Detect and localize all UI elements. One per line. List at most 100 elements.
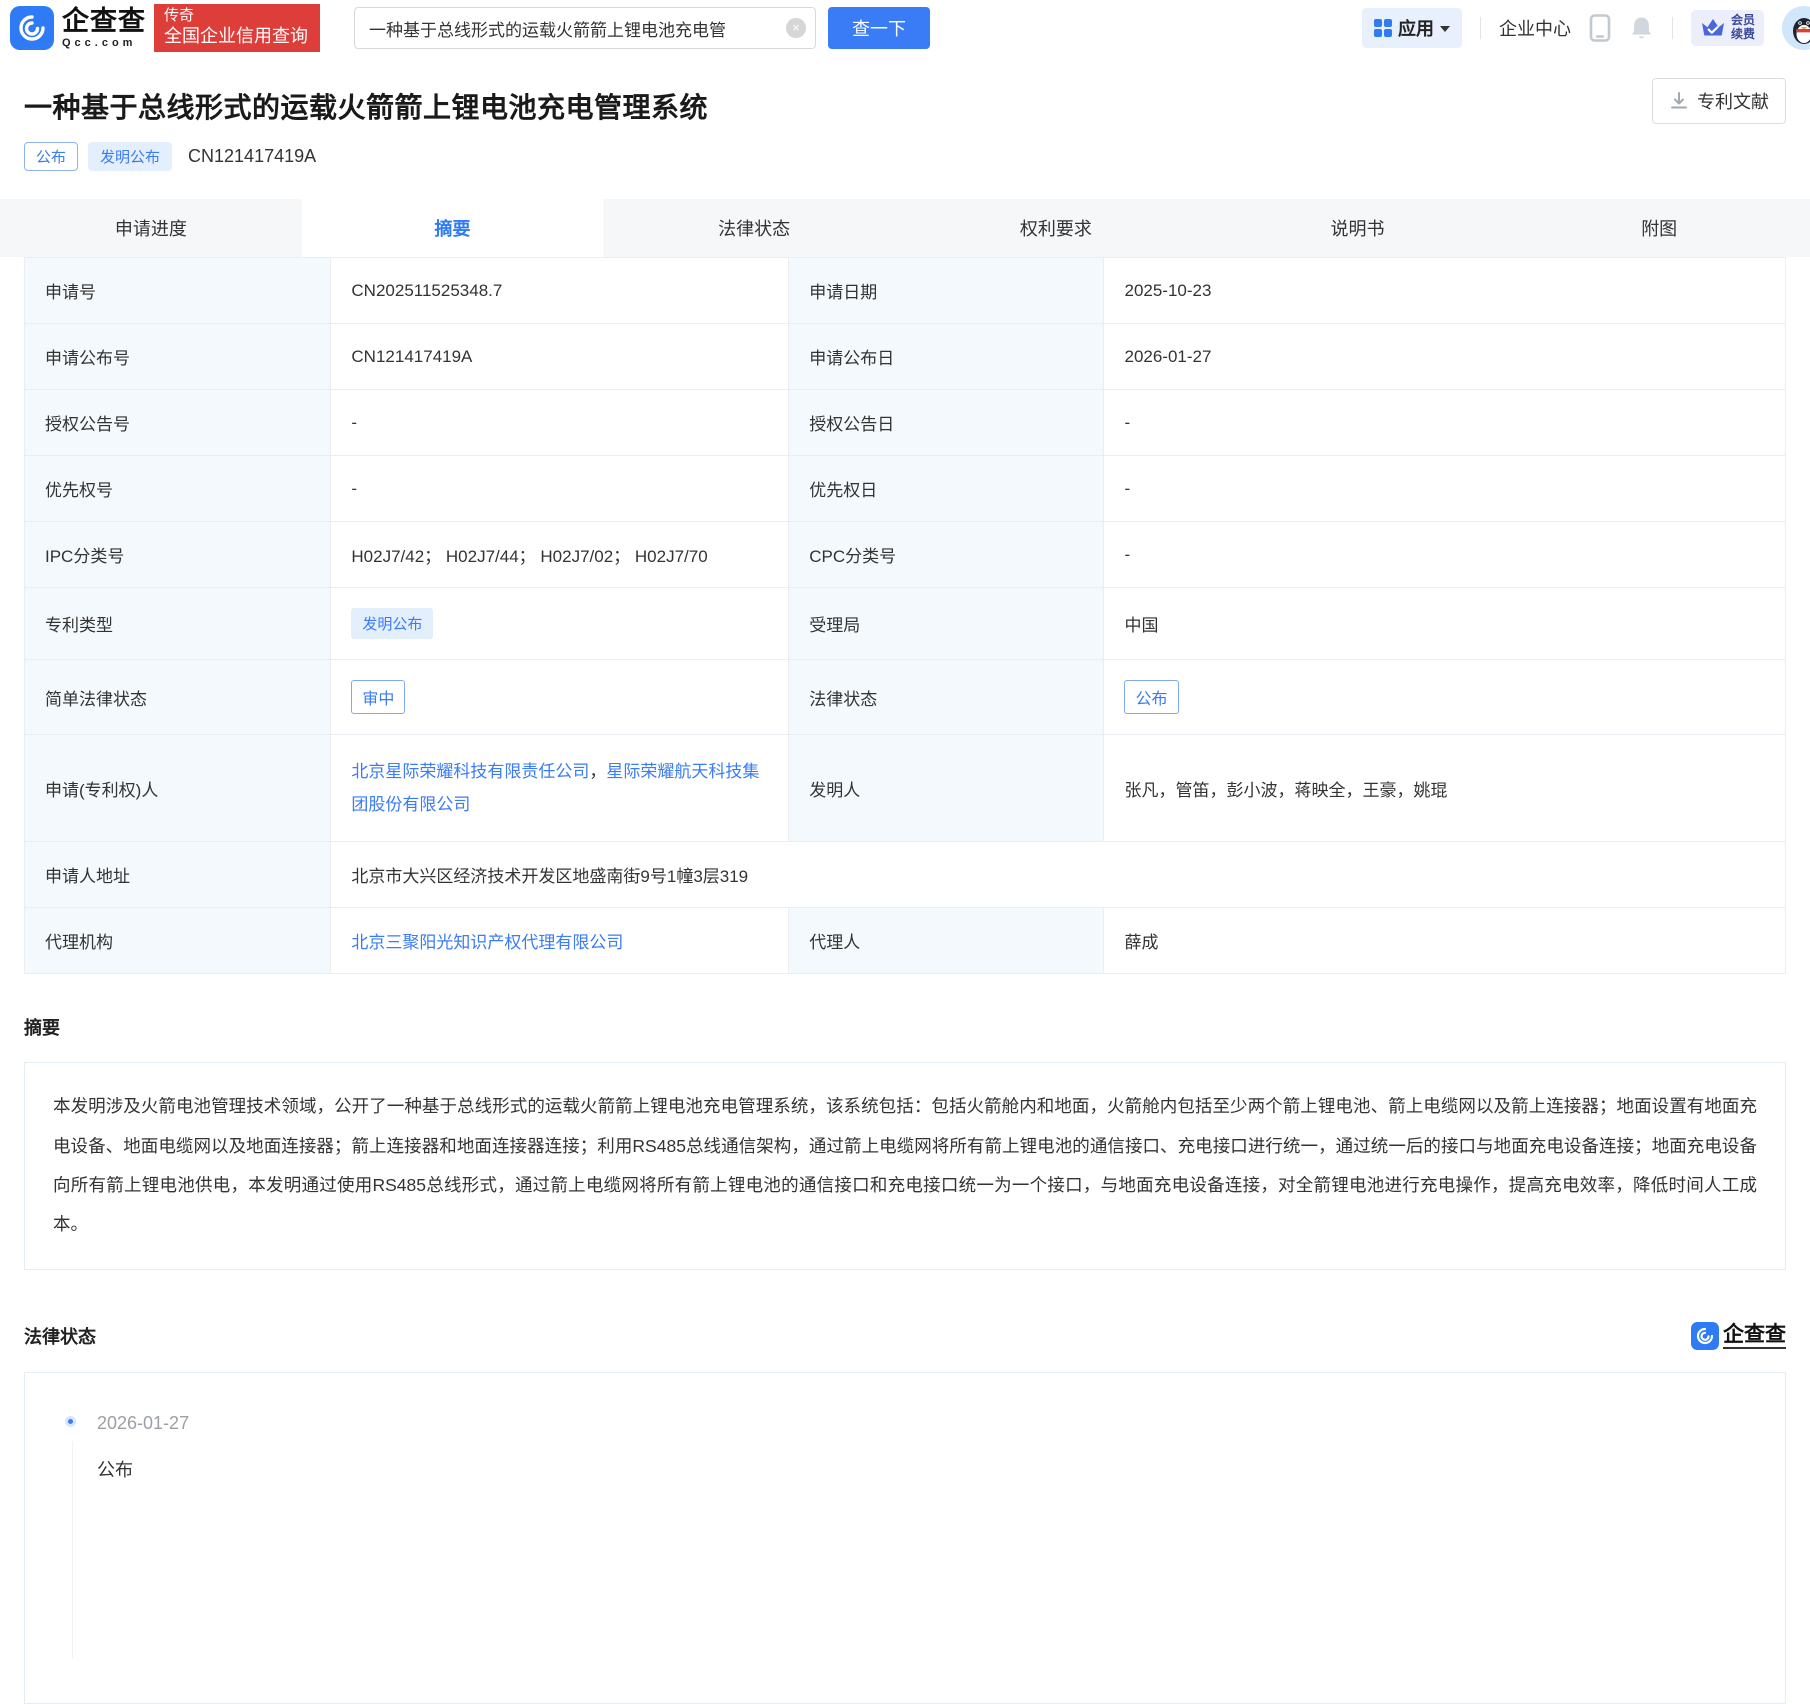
label-cpc: CPC分类号 — [789, 522, 1104, 588]
label-priority-date: 优先权日 — [789, 456, 1104, 522]
brand-domain: Qcc.com — [62, 38, 146, 49]
value-publication-no: CN121417419A — [331, 324, 789, 390]
tab-application-progress[interactable]: 申请进度 — [0, 199, 302, 257]
table-row: 专利类型 发明公布 受理局 中国 — [25, 588, 1786, 660]
tab-legal-status[interactable]: 法律状态 — [603, 199, 905, 257]
table-row: 申请(专利权)人 北京星际荣耀科技有限责任公司，星际荣耀航天科技集团股份有限公司… — [25, 735, 1786, 842]
value-agency: 北京三聚阳光知识产权代理有限公司 — [331, 908, 789, 974]
abstract-text: 本发明涉及火箭电池管理技术领域，公开了一种基于总线形式的运载火箭箭上锂电池充电管… — [24, 1062, 1786, 1270]
value-application-no: CN202511525348.7 — [331, 258, 789, 324]
title-section: 一种基于总线形式的运载火箭箭上锂电池充电管理系统 专利文献 公布 发明公布 CN… — [0, 56, 1810, 171]
value-patent-type: 发明公布 — [331, 588, 789, 660]
search-box: × — [354, 7, 816, 49]
qcc-logo-icon — [10, 6, 54, 50]
patent-info-table: 申请号 CN202511525348.7 申请日期 2025-10-23 申请公… — [24, 257, 1786, 974]
tab-drawings[interactable]: 附图 — [1508, 199, 1810, 257]
search-button[interactable]: 查一下 — [828, 7, 930, 49]
table-row: 简单法律状态 审中 法律状态 公布 — [25, 660, 1786, 735]
label-patent-type: 专利类型 — [25, 588, 331, 660]
legal-status-badge: 公布 — [1124, 680, 1178, 714]
table-row: 代理机构 北京三聚阳光知识产权代理有限公司 代理人 薛成 — [25, 908, 1786, 974]
qcc-mini-label: 企查查 — [1723, 1323, 1786, 1349]
timeline-date: 2026-01-27 — [97, 1413, 1785, 1434]
apps-label: 应用 — [1398, 15, 1434, 41]
mobile-app-icon[interactable] — [1589, 14, 1611, 42]
simple-legal-status-badge: 审中 — [351, 680, 405, 714]
value-publication-date: 2026-01-27 — [1104, 324, 1786, 390]
table-row: 申请公布号 CN121417419A 申请公布日 2026-01-27 — [25, 324, 1786, 390]
slogan-line1: 传奇 — [164, 7, 308, 25]
value-applicant: 北京星际荣耀科技有限责任公司，星际荣耀航天科技集团股份有限公司 — [331, 735, 789, 842]
page: 企查查 Qcc.com 传奇 全国企业信用查询 × 查一下 应用 企业中心 — [0, 0, 1810, 1704]
member-renew-label: 会员 续费 — [1731, 14, 1755, 42]
label-agent: 代理人 — [789, 908, 1104, 974]
label-inventors: 发明人 — [789, 735, 1104, 842]
type-badge-invention: 发明公布 — [88, 142, 172, 171]
label-grant-no: 授权公告号 — [25, 390, 331, 456]
timeline-dot-icon — [65, 1416, 76, 1427]
tab-description[interactable]: 说明书 — [1207, 199, 1509, 257]
apps-menu[interactable]: 应用 — [1362, 8, 1462, 48]
notification-bell-icon[interactable] — [1629, 15, 1654, 42]
qcc-logo[interactable]: 企查查 Qcc.com — [10, 4, 146, 52]
value-office: 中国 — [1104, 588, 1786, 660]
label-application-date: 申请日期 — [789, 258, 1104, 324]
label-applicant: 申请(专利权)人 — [25, 735, 331, 842]
chevron-down-icon — [1440, 26, 1450, 32]
value-address: 北京市大兴区经济技术开发区地盛南街9号1幢3层319 — [331, 842, 1786, 908]
patent-type-badge: 发明公布 — [351, 608, 433, 639]
crown-icon — [1700, 17, 1726, 39]
legal-status-header: 法律状态 企查查 — [24, 1322, 1786, 1350]
slogan-badge: 传奇 全国企业信用查询 — [154, 4, 320, 52]
table-row: 申请号 CN202511525348.7 申请日期 2025-10-23 — [25, 258, 1786, 324]
value-grant-date: - — [1104, 390, 1786, 456]
timeline-event: 2026-01-27 公布 — [65, 1413, 1785, 1482]
top-header: 企查查 Qcc.com 传奇 全国企业信用查询 × 查一下 应用 企业中心 — [0, 0, 1810, 56]
apps-grid-icon — [1374, 19, 1392, 37]
tab-abstract[interactable]: 摘要 — [302, 199, 604, 257]
tab-bar: 申请进度 摘要 法律状态 权利要求 说明书 附图 — [0, 199, 1810, 257]
label-simple-legal-status: 简单法律状态 — [25, 660, 331, 735]
table-row: IPC分类号 H02J7/42； H02J7/44； H02J7/02； H02… — [25, 522, 1786, 588]
tab-claims[interactable]: 权利要求 — [905, 199, 1207, 257]
agency-link[interactable]: 北京三聚阳光知识产权代理有限公司 — [351, 933, 623, 952]
penguin-avatar-icon — [1784, 8, 1810, 48]
table-row: 优先权号 - 优先权日 - — [25, 456, 1786, 522]
legal-status-timeline: 2026-01-27 公布 — [24, 1372, 1786, 1704]
label-ipc: IPC分类号 — [25, 522, 331, 588]
clear-search-icon[interactable]: × — [786, 18, 806, 38]
brand-name: 企查查 — [62, 8, 146, 35]
value-priority-date: - — [1104, 456, 1786, 522]
value-application-date: 2025-10-23 — [1104, 258, 1786, 324]
header-right-nav: 应用 企业中心 会员 续费 — [1362, 4, 1810, 52]
value-legal-status: 公布 — [1104, 660, 1786, 735]
user-avatar[interactable] — [1782, 6, 1810, 50]
value-inventors: 张凡，管笛，彭小波，蒋映全，王豪，姚琨 — [1104, 735, 1786, 842]
patent-document-label: 专利文献 — [1697, 88, 1769, 114]
label-publication-no: 申请公布号 — [25, 324, 331, 390]
label-office: 受理局 — [789, 588, 1104, 660]
patent-document-button[interactable]: 专利文献 — [1652, 78, 1786, 124]
status-badge-publication: 公布 — [24, 142, 78, 171]
label-legal-status: 法律状态 — [789, 660, 1104, 735]
qcc-watermark-logo: 企查查 — [1691, 1322, 1786, 1350]
divider — [1672, 17, 1673, 39]
search-input[interactable] — [354, 7, 816, 49]
label-application-no: 申请号 — [25, 258, 331, 324]
value-grant-no: - — [331, 390, 789, 456]
enterprise-center-link[interactable]: 企业中心 — [1499, 15, 1571, 41]
slogan-line2: 全国企业信用查询 — [164, 25, 308, 48]
applicant-separator: ， — [589, 762, 606, 781]
publication-number: CN121417419A — [188, 146, 316, 167]
table-row: 申请人地址 北京市大兴区经济技术开发区地盛南街9号1幢3层319 — [25, 842, 1786, 908]
legal-status-section: 法律状态 企查查 2026-01-27 公布 — [0, 1322, 1810, 1704]
label-grant-date: 授权公告日 — [789, 390, 1104, 456]
abstract-heading: 摘要 — [24, 1014, 1786, 1040]
applicant-link-1[interactable]: 北京星际荣耀科技有限责任公司 — [351, 762, 589, 781]
abstract-section: 摘要 本发明涉及火箭电池管理技术领域，公开了一种基于总线形式的运载火箭箭上锂电池… — [0, 1014, 1810, 1270]
label-priority-no: 优先权号 — [25, 456, 331, 522]
download-icon — [1669, 91, 1689, 111]
member-renew-button[interactable]: 会员 续费 — [1691, 10, 1764, 46]
title-badges: 公布 发明公布 CN121417419A — [24, 142, 1786, 171]
timeline-status: 公布 — [97, 1456, 1785, 1482]
